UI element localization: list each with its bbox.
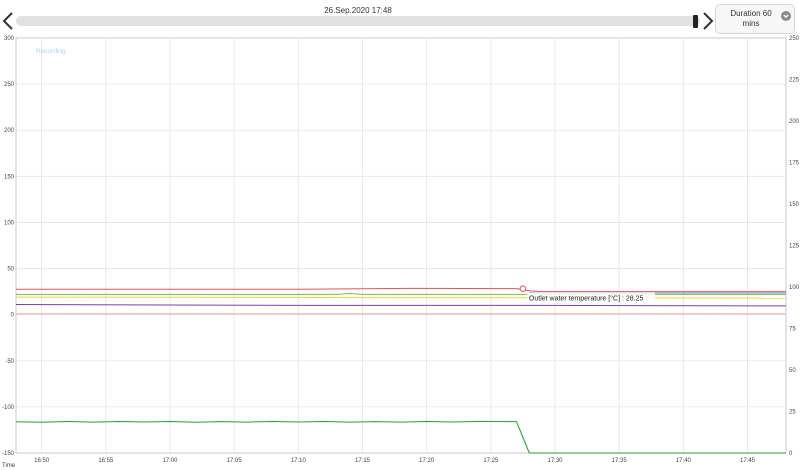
line-chart: -150 -100 -50 0 50 100 150 200 250 300 0 25 50 75 100 1… bbox=[2, 36, 800, 469]
series-line bbox=[15, 304, 787, 307]
y-right-tick-label: 200 bbox=[789, 119, 800, 125]
x-tick-label: 16:55 bbox=[98, 458, 114, 464]
y-left-tick-label: 250 bbox=[4, 82, 15, 88]
plot-area-frame bbox=[15, 37, 787, 454]
tooltip-text: Outlet water temperature [°C] : 28.25 bbox=[529, 295, 644, 303]
y-left-tick-label: 50 bbox=[7, 267, 14, 273]
y-left-tick-label: 300 bbox=[4, 36, 15, 42]
series-line bbox=[15, 421, 786, 454]
y-left-tick-label: -50 bbox=[5, 359, 14, 365]
y-right-tick-label: 100 bbox=[789, 285, 800, 291]
y-right-tick-label: 175 bbox=[789, 161, 800, 167]
y-right-tick-label: 50 bbox=[789, 368, 796, 374]
y-left-tick-label: -150 bbox=[2, 451, 15, 457]
x-tick-label: 17:05 bbox=[227, 458, 243, 464]
y-left-tick-label: -100 bbox=[2, 405, 15, 411]
x-tick-label: 17:15 bbox=[355, 458, 371, 464]
x-tick-label: 17:40 bbox=[676, 458, 692, 464]
y-right-tick-label: 25 bbox=[789, 410, 796, 416]
y-left-tick-label: 100 bbox=[4, 220, 15, 226]
y-right-tick-label: 125 bbox=[789, 244, 800, 250]
y-right-tick-label: 250 bbox=[789, 36, 800, 42]
tooltip-marker bbox=[519, 285, 527, 292]
y-left-tick-label: 0 bbox=[11, 313, 15, 319]
y-left-tick-label: 150 bbox=[4, 174, 15, 180]
x-tick-label: 17:20 bbox=[419, 458, 435, 464]
x-tick-label: 17:35 bbox=[612, 458, 628, 464]
x-axis-label: Time bbox=[2, 463, 16, 469]
y-right-tick-label: 75 bbox=[789, 327, 796, 333]
x-tick-label: 17:45 bbox=[740, 458, 756, 464]
y-left-tick-label: 200 bbox=[4, 128, 15, 134]
x-tick-label: 17:30 bbox=[547, 458, 563, 464]
y-right-tick-label: 150 bbox=[789, 202, 800, 208]
x-tick-label: 17:25 bbox=[483, 458, 499, 464]
x-tick-label: 16:50 bbox=[34, 458, 50, 464]
x-tick-label: 17:10 bbox=[291, 458, 307, 464]
y-right-tick-label: 0 bbox=[789, 451, 793, 457]
series-line bbox=[16, 293, 786, 295]
series-line bbox=[16, 287, 786, 293]
series-line bbox=[15, 296, 787, 299]
y-right-tick-label: 225 bbox=[789, 78, 800, 84]
x-tick-label: 17:00 bbox=[162, 458, 178, 464]
recording-status-label: Recording bbox=[36, 48, 66, 55]
